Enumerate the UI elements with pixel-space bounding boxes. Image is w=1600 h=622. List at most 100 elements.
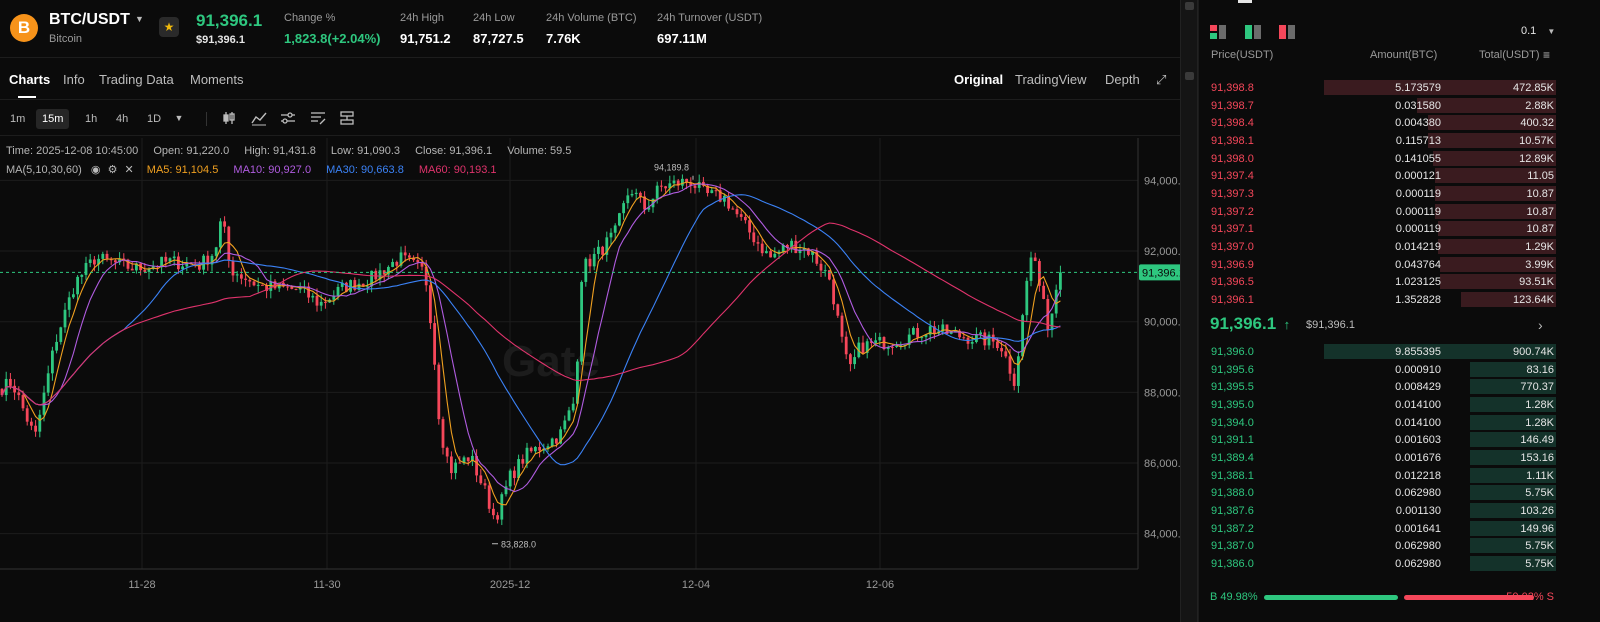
candlestick-icon[interactable]: [221, 110, 237, 126]
bid-row[interactable]: 91,391.1 0.001603 146.49: [1202, 431, 1556, 449]
row-total: 400.32: [1520, 117, 1554, 130]
drawing-list-icon[interactable]: [310, 110, 326, 126]
view-original[interactable]: Original: [954, 72, 1003, 87]
arrow-up-icon: ↑: [1283, 317, 1291, 332]
market-header: B BTC/USDT ▼ Bitcoin ★ 91,396.1 $91,396.…: [0, 0, 1180, 58]
scroll-thumb[interactable]: [1185, 2, 1194, 10]
x-tick-label: 12-04: [682, 579, 710, 591]
row-price: 91,397.1: [1211, 223, 1254, 236]
ask-row[interactable]: 91,396.9 0.043764 3.99K: [1202, 256, 1556, 274]
interval-1m[interactable]: 1m: [4, 109, 31, 129]
fullscreen-icon[interactable]: ⤢: [1156, 72, 1166, 88]
candle-body: [836, 304, 840, 316]
favorite-star-icon[interactable]: ★: [159, 17, 179, 37]
row-total: 10.87: [1526, 187, 1554, 200]
candle-body: [597, 246, 600, 254]
interval-1d[interactable]: 1D: [141, 109, 167, 129]
candle-body: [1004, 351, 1008, 357]
eye-icon[interactable]: ◉: [91, 164, 101, 176]
ask-row[interactable]: 91,398.0 0.141055 12.89K: [1202, 150, 1556, 168]
view-depth[interactable]: Depth: [1105, 72, 1140, 87]
candle-body: [1008, 356, 1012, 374]
ask-row[interactable]: 91,397.0 0.014219 1.29K: [1202, 238, 1556, 256]
x-tick-label: 11-30: [313, 579, 340, 591]
y-tick-label: 88,000.0: [1144, 387, 1180, 399]
ask-row[interactable]: 91,398.8 5.173579 472.85K: [1202, 79, 1556, 97]
ask-row[interactable]: 91,396.1 1.352828 123.64K: [1202, 291, 1556, 309]
candle-body: [580, 281, 583, 362]
candle-body: [861, 342, 865, 353]
stat-value: 697.11M: [657, 31, 707, 46]
ask-row[interactable]: 91,397.1 0.000119 10.87: [1202, 220, 1556, 238]
tab-moments[interactable]: Moments: [190, 72, 243, 87]
candle-body: [1050, 313, 1054, 331]
view-asks-icon[interactable]: [1279, 25, 1295, 44]
ask-row[interactable]: 91,398.7 0.031580 2.88K: [1202, 97, 1556, 115]
bid-row[interactable]: 91,395.6 0.000910 83.16: [1202, 361, 1556, 379]
scroll-thumb[interactable]: [1185, 72, 1194, 80]
pair-symbol[interactable]: BTC/USDT: [49, 11, 130, 29]
trading-page: B BTC/USDT ▼ Bitcoin ★ 91,396.1 $91,396.…: [0, 0, 1600, 622]
ma5-value: MA5: 91,104.5: [146, 164, 219, 176]
row-amount: 0.000119: [1395, 205, 1441, 218]
chevron-right-icon[interactable]: ›: [1538, 317, 1543, 333]
bid-row[interactable]: 91,387.2 0.001641 149.96: [1202, 520, 1556, 538]
ask-row[interactable]: 91,397.3 0.000119 10.87: [1202, 185, 1556, 203]
bid-row[interactable]: 91,389.4 0.001676 153.16: [1202, 449, 1556, 467]
page-scrollbar[interactable]: [1180, 0, 1198, 622]
bid-row[interactable]: 91,386.0 0.062980 5.75K: [1202, 555, 1556, 573]
row-total: 103.26: [1520, 504, 1554, 517]
bid-row[interactable]: 91,395.5 0.008429 770.37: [1202, 378, 1556, 396]
settings-sliders-icon[interactable]: [280, 110, 296, 126]
candle-body: [849, 354, 852, 365]
row-price: 91,387.6: [1211, 504, 1254, 517]
y-tick-label: 84,000.0: [1144, 529, 1180, 541]
bid-row[interactable]: 91,388.1 0.012218 1.11K: [1202, 467, 1556, 485]
ask-row[interactable]: 91,397.2 0.000119 10.87: [1202, 203, 1556, 221]
bid-row[interactable]: 91,396.0 9.855395 900.74K: [1202, 343, 1556, 361]
ask-row[interactable]: 91,397.4 0.000121 11.05: [1202, 167, 1556, 185]
row-price: 91,398.7: [1211, 99, 1254, 112]
bid-row[interactable]: 91,388.0 0.062980 5.75K: [1202, 484, 1556, 502]
bid-row[interactable]: 91,387.0 0.062980 5.75K: [1202, 537, 1556, 555]
candle-body: [479, 475, 483, 484]
candle-body: [752, 232, 756, 243]
layout-icon[interactable]: [339, 110, 355, 126]
tick-size-select[interactable]: 0.1 ▼: [1521, 25, 1555, 37]
candle-body: [601, 246, 604, 255]
view-tradingview[interactable]: TradingView: [1015, 72, 1087, 87]
bid-row[interactable]: 91,387.6 0.001130 103.26: [1202, 502, 1556, 520]
menu-icon[interactable]: ≡: [1543, 48, 1550, 62]
interval-4h[interactable]: 4h: [110, 109, 134, 129]
gear-icon[interactable]: ⚙: [108, 164, 118, 176]
interval-1h[interactable]: 1h: [79, 109, 103, 129]
candle-body: [996, 341, 999, 349]
stat-change: Change % 1,823.8(+2.04%): [284, 12, 380, 46]
ask-row[interactable]: 91,398.1 0.115713 10.57K: [1202, 132, 1556, 150]
tab-info[interactable]: Info: [63, 72, 85, 87]
tab-charts[interactable]: Charts: [9, 72, 50, 87]
interval-dropdown-icon[interactable]: ▼: [171, 110, 187, 126]
row-price: 91,395.5: [1211, 381, 1254, 394]
bid-row[interactable]: 91,394.0 0.014100 1.28K: [1202, 414, 1556, 432]
view-bids-icon[interactable]: [1245, 25, 1261, 44]
ask-row[interactable]: 91,396.5 1.023125 93.51K: [1202, 273, 1556, 291]
stat-24h-high: 24h High 91,751.2: [400, 12, 451, 46]
low-label: 83,828.0: [501, 540, 536, 550]
candle-body: [240, 274, 243, 279]
mid-price-row[interactable]: 91,396.1 ↑ $91,396.1: [1210, 314, 1355, 334]
row-price: 91,395.0: [1211, 398, 1254, 411]
row-total: 1.11K: [1526, 469, 1554, 482]
candlestick-chart[interactable]: Gate91,396.184,000.086,000.088,000.090,0…: [0, 138, 1180, 603]
buy-ratio-bar: [1264, 595, 1398, 600]
interval-15m[interactable]: 15m: [36, 109, 70, 129]
view-both-icon[interactable]: [1210, 25, 1226, 44]
close-icon[interactable]: ✕: [125, 164, 134, 176]
chevron-down-icon[interactable]: ▼: [135, 14, 144, 24]
ask-row[interactable]: 91,398.4 0.004380 400.32: [1202, 114, 1556, 132]
candle-body: [853, 357, 856, 365]
header-price: Price(USDT): [1211, 49, 1274, 61]
tab-trading-data[interactable]: Trading Data: [99, 72, 174, 87]
indicator-icon[interactable]: [251, 110, 267, 126]
bid-row[interactable]: 91,395.0 0.014100 1.28K: [1202, 396, 1556, 414]
